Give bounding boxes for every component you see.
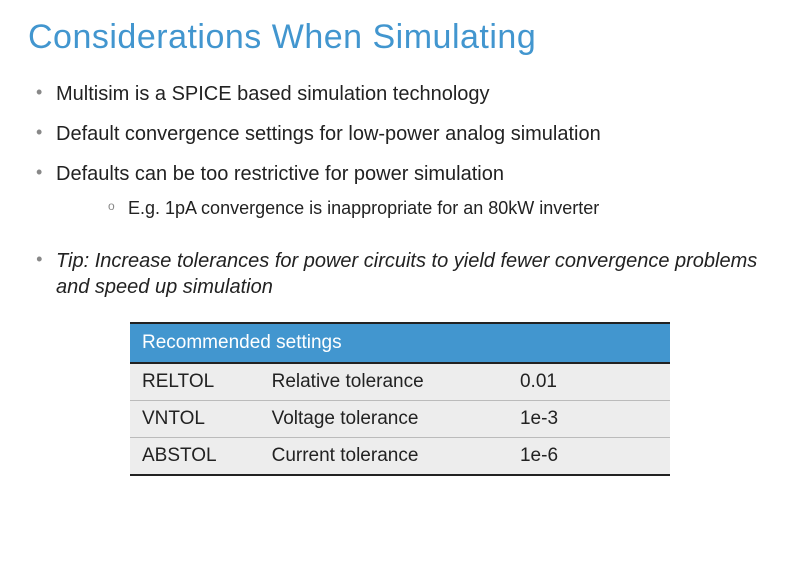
- sub-bullet-list: E.g. 1pA convergence is inappropriate fo…: [108, 197, 772, 220]
- cell-val: 1e-3: [508, 401, 670, 438]
- bullet-item: Default convergence settings for low-pow…: [32, 121, 772, 147]
- table-row: VNTOL Voltage tolerance 1e-3: [130, 401, 670, 438]
- sub-bullet-item: E.g. 1pA convergence is inappropriate fo…: [108, 197, 772, 220]
- bullet-item: Defaults can be too restrictive for powe…: [32, 161, 772, 220]
- bullet-text: Defaults can be too restrictive for powe…: [56, 163, 504, 185]
- cell-desc: Relative tolerance: [260, 363, 508, 401]
- settings-table-wrap: Recommended settings RELTOL Relative tol…: [130, 322, 670, 476]
- table-header: Recommended settings: [130, 323, 670, 363]
- table-row: RELTOL Relative tolerance 0.01: [130, 363, 670, 401]
- page-title: Considerations When Simulating: [28, 18, 772, 57]
- tip-item: Tip: Increase tolerances for power circu…: [32, 248, 772, 300]
- table-row: ABSTOL Current tolerance 1e-6: [130, 438, 670, 476]
- cell-desc: Current tolerance: [260, 438, 508, 476]
- cell-val: 0.01: [508, 363, 670, 401]
- cell-param: RELTOL: [130, 363, 260, 401]
- settings-table: Recommended settings RELTOL Relative tol…: [130, 322, 670, 476]
- bullet-list: Multisim is a SPICE based simulation tec…: [32, 81, 772, 300]
- bullet-item: Multisim is a SPICE based simulation tec…: [32, 81, 772, 107]
- cell-param: ABSTOL: [130, 438, 260, 476]
- cell-param: VNTOL: [130, 401, 260, 438]
- cell-val: 1e-6: [508, 438, 670, 476]
- cell-desc: Voltage tolerance: [260, 401, 508, 438]
